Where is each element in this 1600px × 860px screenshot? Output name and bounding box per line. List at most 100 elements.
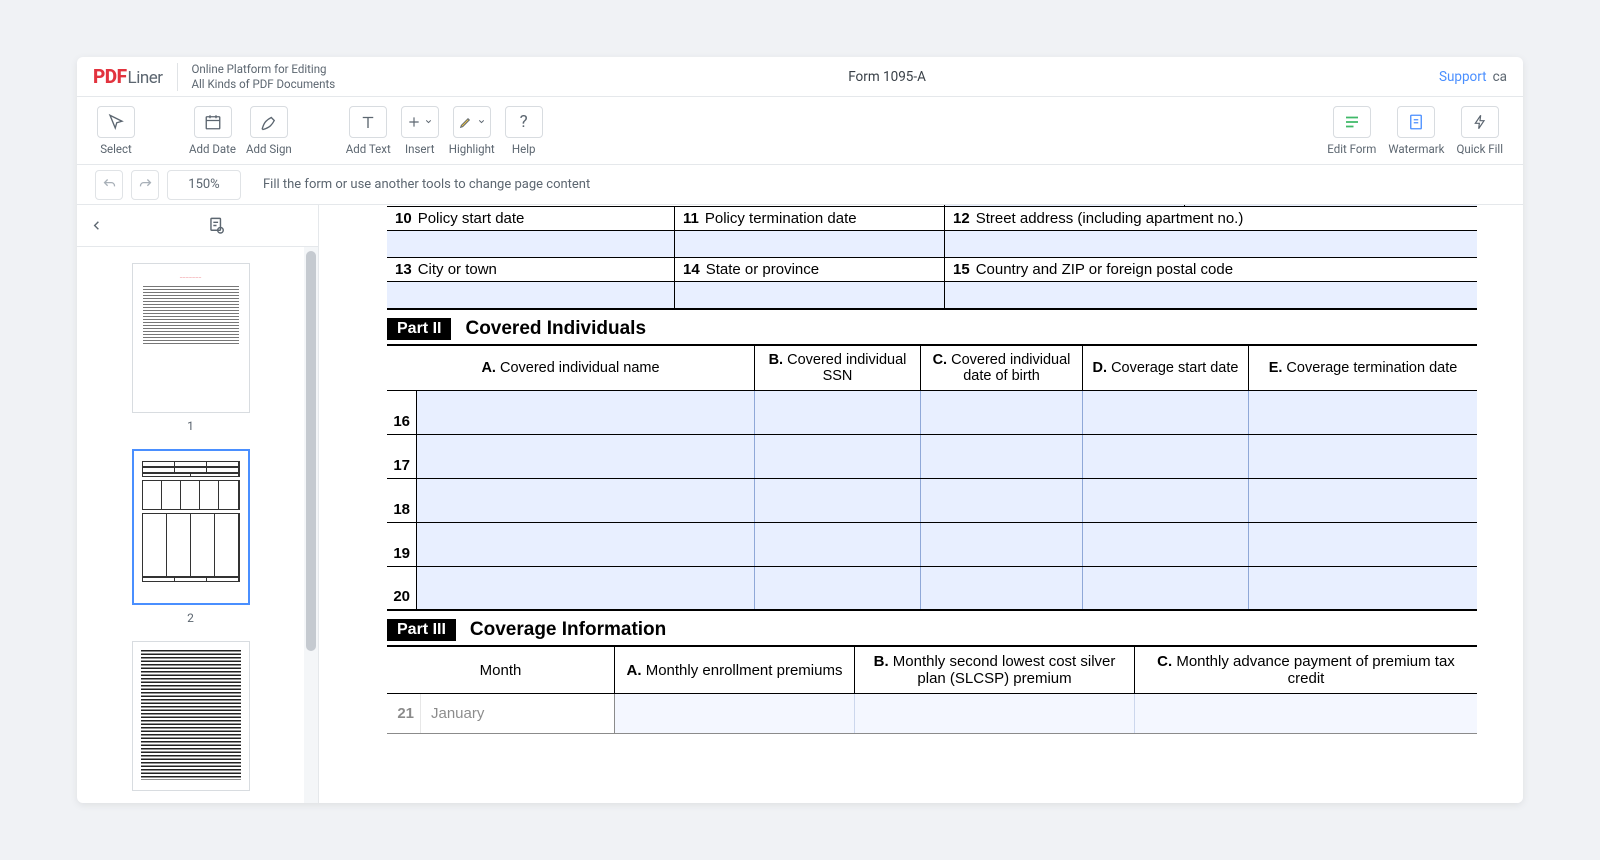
input-18-b[interactable] [755, 479, 921, 522]
input-20-d[interactable] [1083, 567, 1249, 609]
part3-header: Part III Coverage Information [387, 611, 1477, 647]
input-19-d[interactable] [1083, 523, 1249, 566]
tagline-line2: All Kinds of PDF Documents [192, 77, 336, 92]
watermark-button[interactable]: Watermark [1386, 106, 1446, 156]
sub-toolbar: 150% Fill the form or use another tools … [77, 165, 1523, 205]
part2-row-18: 18 [387, 479, 1477, 523]
input-18-d[interactable] [1083, 479, 1249, 522]
content-area: ——————— 1 [77, 205, 1523, 803]
input-17-d[interactable] [1083, 435, 1249, 478]
logo: PDFLiner [93, 65, 163, 88]
zoom-level[interactable]: 150% [167, 170, 241, 200]
input-19-c[interactable] [921, 523, 1083, 566]
add-text-button[interactable]: Add Text [344, 106, 393, 156]
input-17-a[interactable] [417, 435, 755, 478]
input-17-c[interactable] [921, 435, 1083, 478]
app-header: PDFLiner Online Platform for Editing All… [77, 57, 1523, 97]
form-input-row-10-12 [387, 231, 1477, 258]
document-gear-icon [207, 216, 226, 235]
quick-fill-button[interactable]: Quick Fill [1455, 106, 1506, 156]
chevron-left-icon [89, 218, 104, 233]
insert-button[interactable]: Insert [399, 106, 441, 156]
input-21-b[interactable] [855, 694, 1135, 733]
document-canvas[interactable]: 10Policy start date 11Policy termination… [319, 205, 1523, 803]
input-18-c[interactable] [921, 479, 1083, 522]
form-label-row-13-15: 13City or town 14State or province 15Cou… [387, 258, 1477, 282]
part3-row-21: 21 January [387, 694, 1477, 734]
add-sign-button[interactable]: Add Sign [244, 106, 294, 156]
sidebar-back-button[interactable] [77, 218, 115, 233]
col-header-a: A. Covered individual name [387, 346, 755, 390]
highlighter-icon [458, 114, 474, 130]
field-label-12: 12Street address (including apartment no… [945, 207, 1477, 230]
input-19-a[interactable] [417, 523, 755, 566]
thumbnail-page-1[interactable]: ——————— [132, 263, 250, 413]
input-20-a[interactable] [417, 567, 755, 609]
thumbnail-scrollbar[interactable] [304, 247, 318, 803]
input-city[interactable] [387, 282, 675, 308]
pen-icon [260, 113, 278, 131]
edit-form-button[interactable]: Edit Form [1325, 106, 1378, 156]
tagline: Online Platform for Editing All Kinds of… [192, 62, 336, 92]
input-20-b[interactable] [755, 567, 921, 609]
select-button[interactable]: Select [95, 106, 137, 156]
input-18-e[interactable] [1249, 479, 1477, 522]
field-label-15: 15Country and ZIP or foreign postal code [945, 258, 1477, 281]
input-17-b[interactable] [755, 435, 921, 478]
col-header-p3-b: B. Monthly second lowest cost silver pla… [855, 647, 1135, 693]
input-16-b[interactable] [755, 391, 921, 434]
input-21-a[interactable] [615, 694, 855, 733]
logo-prefix: PDF [93, 65, 127, 88]
support-link[interactable]: Support [1439, 69, 1487, 85]
thumbnail-page-3[interactable] [132, 641, 250, 791]
input-20-c[interactable] [921, 567, 1083, 609]
input-19-e[interactable] [1249, 523, 1477, 566]
scrollbar-thumb[interactable] [306, 251, 316, 651]
col-header-month: Month [387, 647, 615, 693]
thumbnail-list: ——————— 1 [77, 247, 304, 803]
highlight-button[interactable]: Highlight [447, 106, 497, 156]
add-date-button[interactable]: Add Date [187, 106, 238, 156]
help-button[interactable]: ? Help [503, 106, 545, 156]
part3-badge: Part III [387, 619, 456, 641]
input-20-e[interactable] [1249, 567, 1477, 609]
part2-row-19: 19 [387, 523, 1477, 567]
part2-badge: Part II [387, 318, 451, 340]
watermark-icon [1407, 113, 1425, 131]
part2-header: Part II Covered Individuals [387, 310, 1477, 346]
input-16-c[interactable] [921, 391, 1083, 434]
input-16-d[interactable] [1083, 391, 1249, 434]
input-16-a[interactable] [417, 391, 755, 434]
truncated-text: ca [1493, 69, 1507, 85]
input-19-b[interactable] [755, 523, 921, 566]
thumbnail-label-1: 1 [187, 419, 194, 433]
text-icon [359, 113, 377, 131]
col-header-e: E. Coverage termination date [1249, 346, 1477, 390]
thumbnail-page-2[interactable] [132, 449, 250, 605]
part3-title: Coverage Information [470, 619, 666, 641]
input-17-e[interactable] [1249, 435, 1477, 478]
thumbnail-sidebar: ——————— 1 [77, 205, 319, 803]
input-policy-termination-date[interactable] [675, 231, 945, 257]
redo-button[interactable] [131, 170, 159, 200]
input-street-address[interactable] [945, 231, 1477, 257]
undo-button[interactable] [95, 170, 123, 200]
col-header-p3-a: A. Monthly enrollment premiums [615, 647, 855, 693]
input-state[interactable] [675, 282, 945, 308]
input-16-e[interactable] [1249, 391, 1477, 434]
input-policy-start-date[interactable] [387, 231, 675, 257]
input-21-c[interactable] [1135, 694, 1477, 733]
plus-icon [407, 115, 421, 129]
sidebar-settings-button[interactable] [115, 216, 318, 235]
logo-suffix: Liner [128, 68, 163, 88]
form-input[interactable] [945, 205, 1185, 206]
input-18-a[interactable] [417, 479, 755, 522]
thumbnail-label-2: 2 [187, 611, 194, 625]
field-label-13: 13City or town [387, 258, 675, 281]
form-icon [1343, 113, 1361, 131]
part3-column-headers: Month A. Monthly enrollment premiums B. … [387, 647, 1477, 694]
form-input[interactable] [1185, 205, 1477, 206]
input-country-zip[interactable] [945, 282, 1477, 308]
field-label-11: 11Policy termination date [675, 207, 945, 230]
part2-row-16: 16 [387, 391, 1477, 435]
